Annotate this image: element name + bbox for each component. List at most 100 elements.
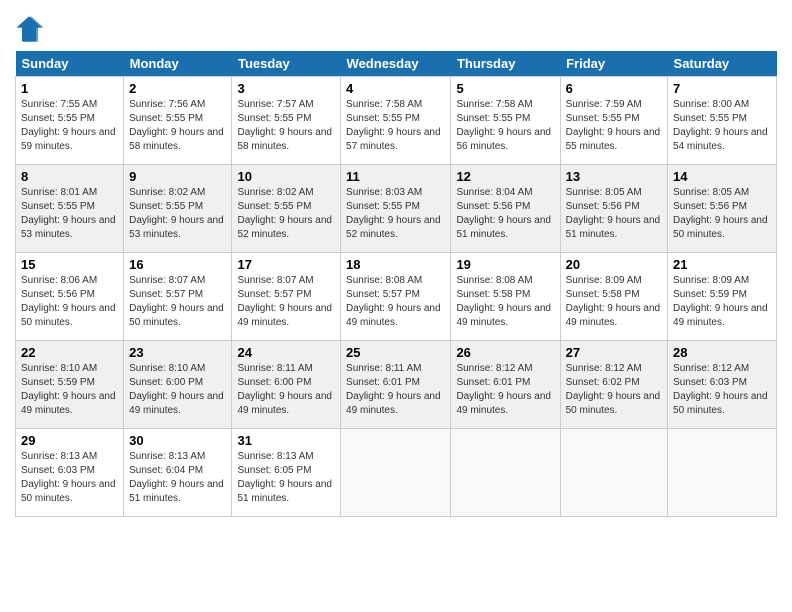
calendar-week-4: 22 Sunrise: 8:10 AMSunset: 5:59 PMDaylig… — [16, 341, 777, 429]
day-detail: Sunrise: 8:09 AMSunset: 5:59 PMDaylight:… — [673, 275, 768, 328]
day-number: 16 — [129, 257, 226, 272]
calendar-cell: 7 Sunrise: 8:00 AMSunset: 5:55 PMDayligh… — [668, 77, 777, 165]
day-number: 4 — [346, 81, 445, 96]
calendar-cell: 5 Sunrise: 7:58 AMSunset: 5:55 PMDayligh… — [451, 77, 560, 165]
logo-icon — [15, 15, 43, 43]
weekday-header-row: SundayMondayTuesdayWednesdayThursdayFrid… — [16, 51, 777, 77]
weekday-wednesday: Wednesday — [341, 51, 451, 77]
day-number: 13 — [566, 169, 662, 184]
calendar-cell: 20 Sunrise: 8:09 AMSunset: 5:58 PMDaylig… — [560, 253, 667, 341]
calendar-table: SundayMondayTuesdayWednesdayThursdayFrid… — [15, 51, 777, 517]
day-detail: Sunrise: 8:13 AMSunset: 6:03 PMDaylight:… — [21, 451, 116, 504]
calendar-cell: 4 Sunrise: 7:58 AMSunset: 5:55 PMDayligh… — [341, 77, 451, 165]
day-detail: Sunrise: 8:07 AMSunset: 5:57 PMDaylight:… — [237, 275, 332, 328]
day-detail: Sunrise: 8:02 AMSunset: 5:55 PMDaylight:… — [129, 187, 224, 240]
calendar-cell: 1 Sunrise: 7:55 AMSunset: 5:55 PMDayligh… — [16, 77, 124, 165]
calendar-cell: 23 Sunrise: 8:10 AMSunset: 6:00 PMDaylig… — [124, 341, 232, 429]
day-detail: Sunrise: 8:04 AMSunset: 5:56 PMDaylight:… — [456, 187, 551, 240]
day-number: 12 — [456, 169, 554, 184]
weekday-monday: Monday — [124, 51, 232, 77]
calendar-cell: 27 Sunrise: 8:12 AMSunset: 6:02 PMDaylig… — [560, 341, 667, 429]
day-number: 3 — [237, 81, 335, 96]
calendar-cell: 19 Sunrise: 8:08 AMSunset: 5:58 PMDaylig… — [451, 253, 560, 341]
logo — [15, 15, 46, 43]
day-detail: Sunrise: 8:06 AMSunset: 5:56 PMDaylight:… — [21, 275, 116, 328]
calendar-week-2: 8 Sunrise: 8:01 AMSunset: 5:55 PMDayligh… — [16, 165, 777, 253]
day-number: 9 — [129, 169, 226, 184]
calendar-cell: 25 Sunrise: 8:11 AMSunset: 6:01 PMDaylig… — [341, 341, 451, 429]
calendar-cell: 17 Sunrise: 8:07 AMSunset: 5:57 PMDaylig… — [232, 253, 341, 341]
day-detail: Sunrise: 8:10 AMSunset: 6:00 PMDaylight:… — [129, 363, 224, 416]
day-number: 21 — [673, 257, 771, 272]
day-detail: Sunrise: 8:10 AMSunset: 5:59 PMDaylight:… — [21, 363, 116, 416]
day-detail: Sunrise: 8:08 AMSunset: 5:58 PMDaylight:… — [456, 275, 551, 328]
page-container: SundayMondayTuesdayWednesdayThursdayFrid… — [0, 0, 792, 522]
day-number: 6 — [566, 81, 662, 96]
calendar-cell: 13 Sunrise: 8:05 AMSunset: 5:56 PMDaylig… — [560, 165, 667, 253]
day-detail: Sunrise: 8:01 AMSunset: 5:55 PMDaylight:… — [21, 187, 116, 240]
calendar-cell: 8 Sunrise: 8:01 AMSunset: 5:55 PMDayligh… — [16, 165, 124, 253]
day-detail: Sunrise: 7:55 AMSunset: 5:55 PMDaylight:… — [21, 99, 116, 152]
day-number: 17 — [237, 257, 335, 272]
day-number: 1 — [21, 81, 118, 96]
calendar-cell: 14 Sunrise: 8:05 AMSunset: 5:56 PMDaylig… — [668, 165, 777, 253]
day-number: 28 — [673, 345, 771, 360]
day-number: 20 — [566, 257, 662, 272]
calendar-cell: 26 Sunrise: 8:12 AMSunset: 6:01 PMDaylig… — [451, 341, 560, 429]
calendar-cell: 15 Sunrise: 8:06 AMSunset: 5:56 PMDaylig… — [16, 253, 124, 341]
calendar-week-1: 1 Sunrise: 7:55 AMSunset: 5:55 PMDayligh… — [16, 77, 777, 165]
day-number: 19 — [456, 257, 554, 272]
day-number: 27 — [566, 345, 662, 360]
day-number: 29 — [21, 433, 118, 448]
day-number: 11 — [346, 169, 445, 184]
day-number: 25 — [346, 345, 445, 360]
day-number: 31 — [237, 433, 335, 448]
day-detail: Sunrise: 8:13 AMSunset: 6:05 PMDaylight:… — [237, 451, 332, 504]
calendar-cell: 9 Sunrise: 8:02 AMSunset: 5:55 PMDayligh… — [124, 165, 232, 253]
day-number: 2 — [129, 81, 226, 96]
day-detail: Sunrise: 8:08 AMSunset: 5:57 PMDaylight:… — [346, 275, 441, 328]
day-detail: Sunrise: 8:11 AMSunset: 6:00 PMDaylight:… — [237, 363, 332, 416]
day-detail: Sunrise: 8:00 AMSunset: 5:55 PMDaylight:… — [673, 99, 768, 152]
calendar-cell: 18 Sunrise: 8:08 AMSunset: 5:57 PMDaylig… — [341, 253, 451, 341]
day-detail: Sunrise: 8:12 AMSunset: 6:02 PMDaylight:… — [566, 363, 661, 416]
calendar-cell: 16 Sunrise: 8:07 AMSunset: 5:57 PMDaylig… — [124, 253, 232, 341]
calendar-cell — [668, 429, 777, 517]
calendar-cell: 6 Sunrise: 7:59 AMSunset: 5:55 PMDayligh… — [560, 77, 667, 165]
day-detail: Sunrise: 7:58 AMSunset: 5:55 PMDaylight:… — [456, 99, 551, 152]
day-detail: Sunrise: 8:12 AMSunset: 6:03 PMDaylight:… — [673, 363, 768, 416]
calendar-cell: 11 Sunrise: 8:03 AMSunset: 5:55 PMDaylig… — [341, 165, 451, 253]
day-number: 5 — [456, 81, 554, 96]
weekday-saturday: Saturday — [668, 51, 777, 77]
weekday-friday: Friday — [560, 51, 667, 77]
calendar-cell: 21 Sunrise: 8:09 AMSunset: 5:59 PMDaylig… — [668, 253, 777, 341]
day-detail: Sunrise: 8:12 AMSunset: 6:01 PMDaylight:… — [456, 363, 551, 416]
day-number: 8 — [21, 169, 118, 184]
day-number: 26 — [456, 345, 554, 360]
calendar-cell — [560, 429, 667, 517]
page-header — [15, 10, 777, 43]
day-number: 18 — [346, 257, 445, 272]
day-detail: Sunrise: 7:58 AMSunset: 5:55 PMDaylight:… — [346, 99, 441, 152]
day-detail: Sunrise: 7:56 AMSunset: 5:55 PMDaylight:… — [129, 99, 224, 152]
day-number: 30 — [129, 433, 226, 448]
calendar-week-3: 15 Sunrise: 8:06 AMSunset: 5:56 PMDaylig… — [16, 253, 777, 341]
calendar-cell: 22 Sunrise: 8:10 AMSunset: 5:59 PMDaylig… — [16, 341, 124, 429]
day-number: 7 — [673, 81, 771, 96]
calendar-cell: 24 Sunrise: 8:11 AMSunset: 6:00 PMDaylig… — [232, 341, 341, 429]
day-detail: Sunrise: 8:07 AMSunset: 5:57 PMDaylight:… — [129, 275, 224, 328]
calendar-cell: 10 Sunrise: 8:02 AMSunset: 5:55 PMDaylig… — [232, 165, 341, 253]
calendar-cell: 12 Sunrise: 8:04 AMSunset: 5:56 PMDaylig… — [451, 165, 560, 253]
day-detail: Sunrise: 8:05 AMSunset: 5:56 PMDaylight:… — [673, 187, 768, 240]
day-detail: Sunrise: 8:05 AMSunset: 5:56 PMDaylight:… — [566, 187, 661, 240]
day-detail: Sunrise: 8:02 AMSunset: 5:55 PMDaylight:… — [237, 187, 332, 240]
calendar-cell — [451, 429, 560, 517]
calendar-cell: 31 Sunrise: 8:13 AMSunset: 6:05 PMDaylig… — [232, 429, 341, 517]
day-detail: Sunrise: 7:57 AMSunset: 5:55 PMDaylight:… — [237, 99, 332, 152]
day-number: 15 — [21, 257, 118, 272]
calendar-cell: 30 Sunrise: 8:13 AMSunset: 6:04 PMDaylig… — [124, 429, 232, 517]
weekday-sunday: Sunday — [16, 51, 124, 77]
calendar-cell: 29 Sunrise: 8:13 AMSunset: 6:03 PMDaylig… — [16, 429, 124, 517]
day-detail: Sunrise: 8:11 AMSunset: 6:01 PMDaylight:… — [346, 363, 441, 416]
weekday-thursday: Thursday — [451, 51, 560, 77]
